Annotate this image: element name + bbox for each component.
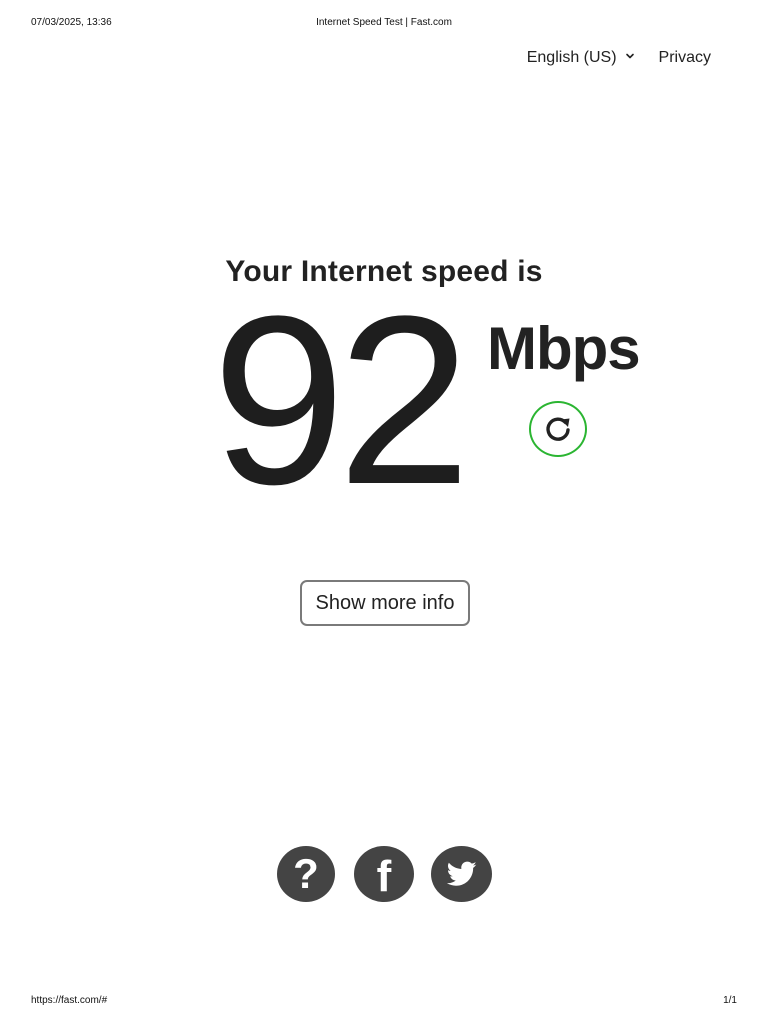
twitter-share-button[interactable] xyxy=(431,846,492,902)
speed-units: Mbps xyxy=(487,315,641,382)
facebook-icon: f xyxy=(376,852,392,901)
help-button[interactable]: ? xyxy=(277,846,335,902)
language-label: English (US) xyxy=(526,49,617,66)
page: 07/03/2025, 13:36 Internet Speed Test | … xyxy=(0,0,768,1024)
print-page-number: 1/1 xyxy=(723,995,737,1006)
print-page-title: Internet Speed Test | Fast.com xyxy=(316,17,452,28)
privacy-link[interactable]: Privacy xyxy=(659,49,711,67)
language-selector[interactable]: English (US) xyxy=(527,49,635,67)
top-nav: English (US) Privacy xyxy=(527,49,711,67)
speed-value: 92 xyxy=(212,266,471,534)
facebook-share-button[interactable]: f xyxy=(354,846,414,902)
show-more-info-button[interactable]: Show more info xyxy=(300,580,470,626)
refresh-icon xyxy=(546,417,570,441)
twitter-icon xyxy=(446,861,476,886)
print-url: https://fast.com/# xyxy=(31,995,108,1006)
chevron-down-icon xyxy=(625,53,634,59)
refresh-button[interactable] xyxy=(529,401,587,457)
help-icon: ? xyxy=(293,850,319,897)
